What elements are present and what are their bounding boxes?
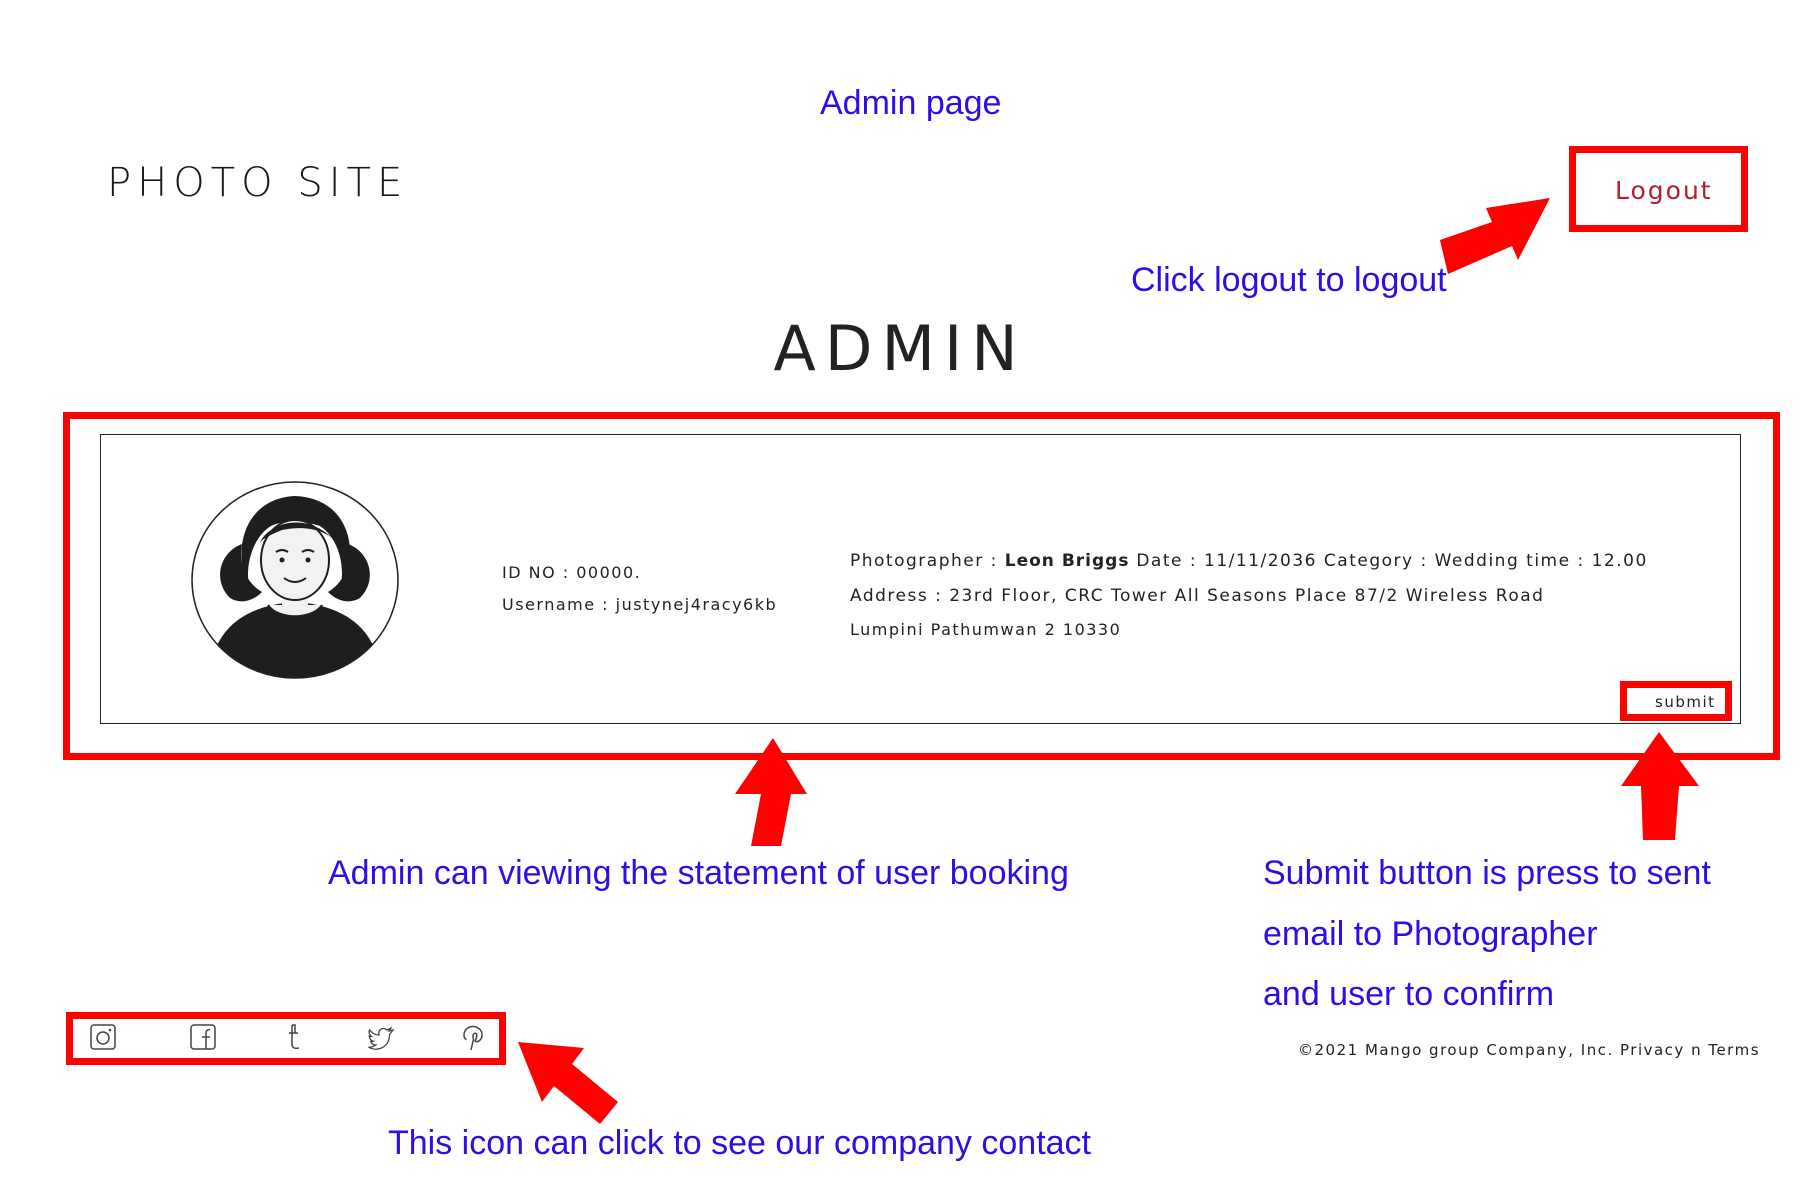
booking-id: ID NO : 00000. xyxy=(502,563,642,582)
statement-arrow xyxy=(735,738,807,846)
twitter-icon[interactable] xyxy=(366,1022,396,1052)
submit-annotation-line1: Submit button is press to sent xyxy=(1263,854,1711,892)
booking-address-line2: Lumpini Pathumwan 2 10330 xyxy=(850,620,1122,639)
submit-annotation-line2: email to Photographer xyxy=(1263,915,1598,953)
site-title[interactable]: PHOTO SITE xyxy=(107,163,408,203)
social-icons-arrow xyxy=(518,1042,618,1124)
page-label-annotation: Admin page xyxy=(820,84,1002,122)
pinterest-icon[interactable] xyxy=(458,1022,488,1052)
logout-arrow xyxy=(1440,198,1550,274)
copyright-text: ©2021 Mango group Company, Inc. Privacy … xyxy=(1298,1041,1761,1059)
booking-address-line1: Address : 23rd Floor, CRC Tower All Seas… xyxy=(850,586,1545,606)
booking-username: Username : justynej4racy6kb xyxy=(502,595,778,614)
avatar xyxy=(191,481,399,679)
photographer-name: Leon Briggs xyxy=(1004,551,1130,571)
logout-annotation: Click logout to logout xyxy=(1131,261,1447,299)
statement-annotation: Admin can viewing the statement of user … xyxy=(328,854,1069,892)
tumblr-icon[interactable] xyxy=(280,1022,310,1052)
page-title: ADMIN xyxy=(773,312,1027,385)
submit-arrow xyxy=(1621,732,1699,840)
social-icons-annotation: This icon can click to see our company c… xyxy=(388,1124,1091,1162)
instagram-icon[interactable] xyxy=(88,1022,118,1052)
booking-time: time : 12.00 xyxy=(1519,551,1648,571)
photographer-label: Photographer : xyxy=(850,551,1005,571)
booking-category: Category : Wedding xyxy=(1317,551,1520,571)
submit-button[interactable]: submit xyxy=(1655,695,1716,710)
booking-date: Date : 11/11/2036 xyxy=(1129,551,1317,571)
logout-button[interactable]: Logout xyxy=(1615,178,1713,203)
submit-annotation-line3: and user to confirm xyxy=(1263,975,1555,1013)
booking-details-line: Photographer : Leon Briggs Date : 11/11/… xyxy=(850,553,1648,570)
facebook-icon[interactable] xyxy=(188,1022,218,1052)
